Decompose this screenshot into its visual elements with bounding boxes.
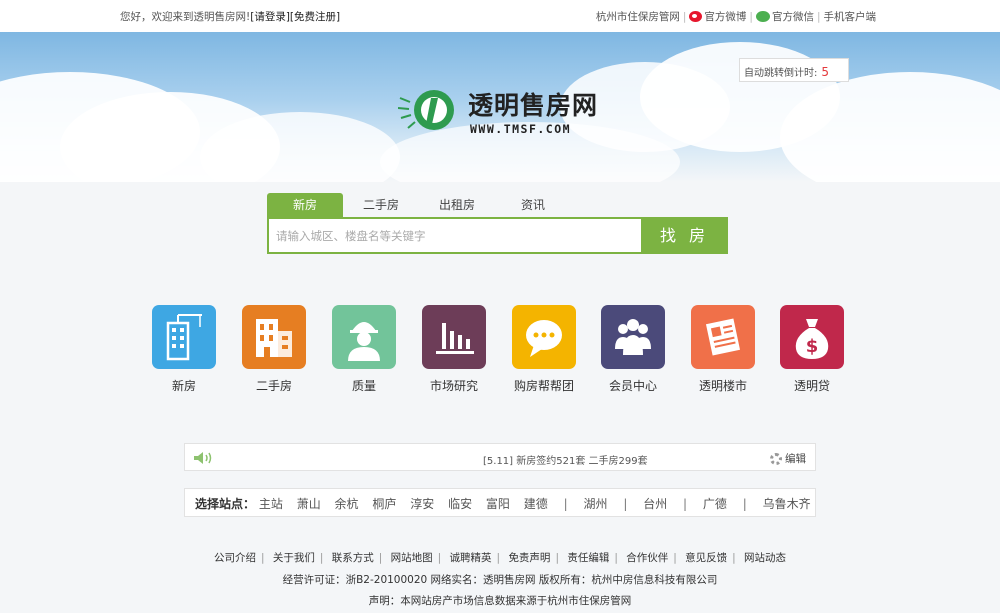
welcome-text: 您好，欢迎来到透明售房网! — [120, 11, 251, 23]
bar-chart-icon — [422, 305, 486, 369]
divider: | — [742, 497, 747, 511]
station-link[interactable]: 乌鲁木齐 — [763, 497, 811, 511]
footer-link[interactable]: 网站动态 — [744, 552, 786, 564]
logo-name: 透明售房网 — [468, 91, 599, 120]
register-link[interactable]: [免费注册] — [290, 11, 340, 23]
station-link[interactable]: 临安 — [448, 497, 472, 511]
footer-statement: 声明：本网站房产市场信息数据来源于杭州市住保房管网 — [368, 595, 632, 607]
notice-bar: [5.11] 新房签约521套 二手房299套 编辑 — [184, 443, 816, 471]
footer-link[interactable]: 诚聘精英 — [450, 552, 492, 564]
app-label: 透明贷 — [793, 379, 830, 393]
app-label: 会员中心 — [608, 379, 657, 393]
building-crane-icon — [152, 305, 216, 369]
footer-link[interactable]: 意见反馈 — [685, 552, 727, 564]
app-label: 透明楼市 — [698, 379, 747, 393]
divider: | — [682, 10, 687, 23]
tab-news[interactable]: 资讯 — [495, 193, 571, 217]
app-label: 新房 — [171, 379, 196, 393]
search-button[interactable]: 找 房 — [641, 217, 728, 254]
app-buyer-help[interactable]: 购房帮帮团 — [511, 305, 577, 394]
station-link[interactable]: 湖州 — [583, 497, 607, 511]
divider: | — [623, 497, 628, 511]
station-link[interactable]: 广德 — [703, 497, 727, 511]
search-tabs: 新房 二手房 出租房 资讯 — [267, 193, 571, 217]
housing-bureau-link[interactable]: 杭州市住保房管网 — [596, 9, 680, 24]
notice-text[interactable]: [5.11] 新房签约521套 二手房299套 — [483, 452, 648, 467]
people-group-icon — [601, 305, 665, 369]
station-link[interactable]: 台州 — [643, 497, 667, 511]
app-label: 购房帮帮团 — [513, 379, 574, 393]
app-label: 市场研究 — [429, 379, 478, 393]
station-link[interactable]: 余杭 — [335, 497, 359, 511]
footer-link[interactable]: 公司介绍 — [214, 552, 256, 564]
tab-rental[interactable]: 出租房 — [419, 193, 495, 217]
tab-second-hand[interactable]: 二手房 — [343, 193, 419, 217]
redirect-countdown: 自动跳转倒计时: 5 — [739, 58, 849, 82]
countdown-value: 5 — [821, 65, 830, 79]
station-selector: 选择站点： 主站 萧山 余杭 桐庐 淳安 临安 富阳 建德 | 湖州 | 台州 … — [184, 488, 816, 517]
station-link[interactable]: 主站 — [259, 497, 283, 511]
worker-helmet-icon — [332, 305, 396, 369]
weibo-link[interactable]: 官方微博 — [704, 9, 746, 24]
wechat-icon — [755, 11, 770, 22]
logo-mark-icon — [398, 90, 454, 130]
station-link[interactable]: 富阳 — [486, 497, 510, 511]
divider: | — [816, 10, 821, 23]
station-title: 选择站点： — [195, 497, 256, 511]
login-link[interactable]: [请登录] — [250, 11, 290, 23]
footer-links: 公司介绍 | 关于我们 | 联系方式 | 网站地图 | 诚聘精英 | 免责声明 | 责任编辑… — [213, 552, 786, 564]
divider: | — [683, 497, 688, 511]
weibo-icon — [689, 11, 703, 22]
chat-bubble-icon — [512, 305, 576, 369]
wechat-link[interactable]: 官方微信 — [772, 9, 814, 24]
app-quality[interactable]: 质量 — [331, 305, 397, 394]
footer-link[interactable]: 网站地图 — [391, 552, 433, 564]
app-transparent-loan[interactable]: $ 透明贷 — [779, 305, 845, 394]
site-logo[interactable]: 透明售房网 WWW.TMSF.COM — [398, 80, 608, 140]
app-member-center[interactable]: 会员中心 — [600, 305, 666, 394]
divider: | — [749, 10, 753, 23]
newspaper-icon — [691, 305, 755, 369]
app-grid: 新房 二手房 质量 市场研究 购房帮帮团 会员中心 透明楼市 $ 透明贷 — [151, 305, 851, 395]
footer-link[interactable]: 免责声明 — [508, 552, 550, 564]
edit-label: 编辑 — [785, 453, 806, 465]
app-label: 二手房 — [255, 379, 292, 393]
countdown-label: 自动跳转倒计时: — [744, 68, 818, 79]
top-links: 杭州市住保房管网 | 官方微博 | 官方微信 | 手机客户端 — [596, 9, 876, 24]
top-bar: 您好，欢迎来到透明售房网![请登录][免费注册] 杭州市住保房管网 | 官方微博… — [0, 0, 1000, 32]
app-label: 质量 — [351, 379, 376, 393]
welcome-area: 您好，欢迎来到透明售房网![请登录][免费注册] — [120, 9, 340, 24]
mobile-app-link[interactable]: 手机客户端 — [824, 9, 877, 24]
station-link[interactable]: 桐庐 — [372, 497, 396, 511]
app-market-research[interactable]: 市场研究 — [421, 305, 487, 394]
tab-new-house[interactable]: 新房 — [267, 193, 343, 217]
search-input[interactable] — [269, 219, 642, 252]
speaker-icon — [194, 452, 212, 464]
gear-icon — [770, 452, 782, 465]
search-box: 找 房 — [267, 217, 728, 254]
office-building-icon — [242, 305, 306, 369]
footer-link[interactable]: 关于我们 — [273, 552, 315, 564]
station-link[interactable]: 萧山 — [297, 497, 321, 511]
footer-link[interactable]: 合作伙伴 — [626, 552, 668, 564]
station-link[interactable]: 淳安 — [410, 497, 434, 511]
money-bag-icon: $ — [780, 305, 844, 369]
edit-button[interactable]: 编辑 — [770, 451, 806, 466]
divider: | — [563, 497, 568, 511]
app-new-house[interactable]: 新房 — [151, 305, 217, 394]
footer-license: 经营许可证：浙B2-20100020 网络实名：透明售房网 版权所有：杭州中房信… — [282, 574, 718, 586]
app-second-hand[interactable]: 二手房 — [241, 305, 307, 394]
footer-link[interactable]: 联系方式 — [332, 552, 374, 564]
app-transparent-market[interactable]: 透明楼市 — [690, 305, 756, 394]
svg-text:$: $ — [806, 336, 819, 357]
logo-url: WWW.TMSF.COM — [470, 122, 572, 136]
station-link[interactable]: 建德 — [524, 497, 548, 511]
footer-link[interactable]: 责任编辑 — [567, 552, 609, 564]
